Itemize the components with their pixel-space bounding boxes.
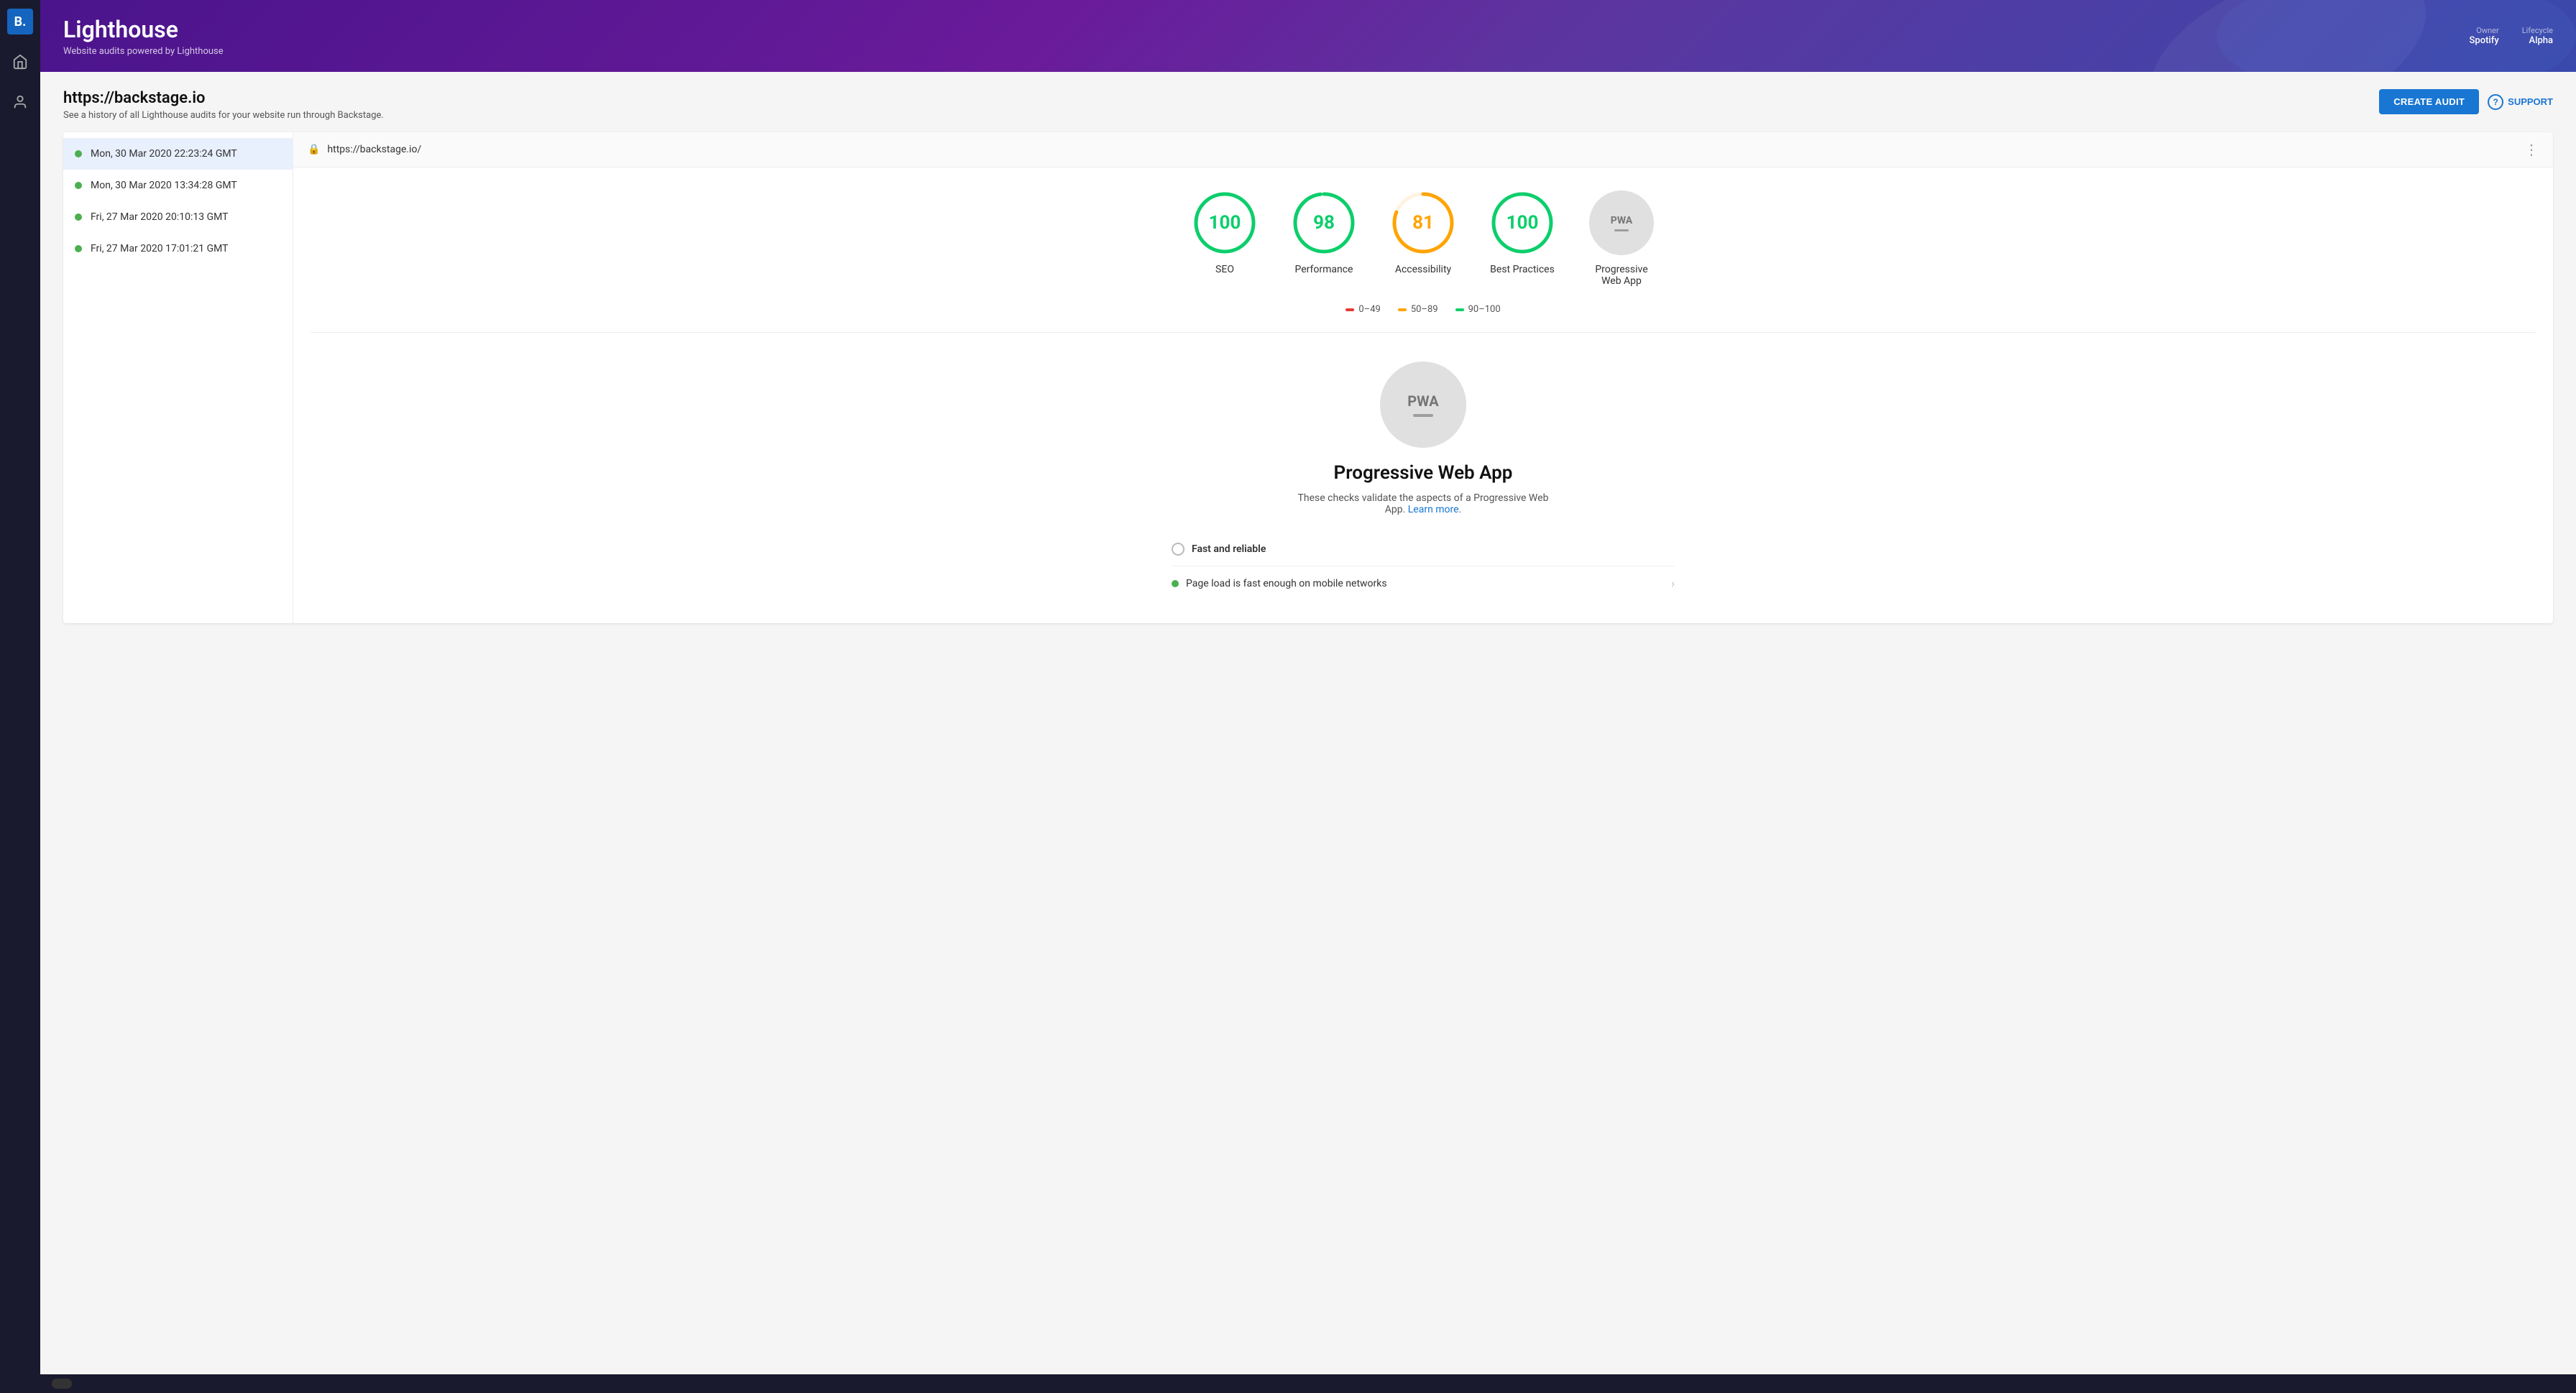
lifecycle-value: Alpha bbox=[2529, 35, 2553, 46]
url-bar-left: 🔒 https://backstage.io/ bbox=[308, 144, 421, 155]
page-body: https://backstage.io See a history of al… bbox=[40, 72, 2576, 1374]
pwa-big-circle: PWA bbox=[1380, 362, 1466, 448]
header-meta: Owner Spotify Lifecycle Alpha bbox=[2470, 26, 2553, 46]
legend-red: 0–49 bbox=[1346, 304, 1380, 315]
audit-item-3[interactable]: Fri, 27 Mar 2020 20:10:13 GMT bbox=[63, 201, 293, 233]
check-section-label: Fast and reliable bbox=[1192, 543, 1266, 555]
owner-label: Owner bbox=[2476, 26, 2498, 35]
score-circle-performance: 98 bbox=[1292, 190, 1356, 255]
nav-person-icon[interactable] bbox=[7, 89, 33, 115]
nav-rail: B. bbox=[0, 0, 40, 1393]
check-section-fast: Fast and reliable Page load is fast enou… bbox=[1172, 533, 1675, 600]
lifecycle-meta: Lifecycle Alpha bbox=[2522, 26, 2553, 46]
check-item-label: Page load is fast enough on mobile netwo… bbox=[1186, 578, 1387, 589]
check-section-icon bbox=[1172, 543, 1184, 556]
score-value-best-practices: 100 bbox=[1506, 212, 1539, 234]
legend-dot-red bbox=[1346, 308, 1354, 311]
support-button[interactable]: ? SUPPORT bbox=[2488, 94, 2553, 110]
lock-icon: 🔒 bbox=[308, 144, 320, 155]
lifecycle-label: Lifecycle bbox=[2522, 26, 2553, 35]
audit-detail-panel: 🔒 https://backstage.io/ ⋮ bbox=[293, 132, 2553, 623]
score-label-accessibility: Accessibility bbox=[1395, 264, 1451, 275]
score-circle-seo: 100 bbox=[1192, 190, 1257, 255]
score-label-best-practices: Best Practices bbox=[1490, 264, 1555, 275]
bottom-bar bbox=[40, 1374, 2576, 1393]
main-content: Lighthouse Website audits powered by Lig… bbox=[40, 0, 2576, 1393]
nav-logo[interactable]: B. bbox=[7, 9, 33, 35]
scores-section: 100 SEO 98 Performance bbox=[293, 167, 2553, 304]
nav-home-icon[interactable] bbox=[7, 49, 33, 75]
pwa-detail-section: PWA Progressive Web App These checks val… bbox=[293, 333, 2553, 623]
audit-timestamp-3: Fri, 27 Mar 2020 20:10:13 GMT bbox=[91, 211, 229, 223]
score-legend: 0–49 50–89 90–100 bbox=[293, 304, 2553, 332]
audit-status-dot-1 bbox=[75, 150, 82, 157]
audit-status-dot-4 bbox=[75, 245, 82, 252]
legend-dot-orange bbox=[1398, 308, 1407, 311]
audit-item-2[interactable]: Mon, 30 Mar 2020 13:34:28 GMT bbox=[63, 170, 293, 201]
score-seo: 100 SEO bbox=[1192, 190, 1257, 287]
audit-status-dot-3 bbox=[75, 213, 82, 221]
score-accessibility: 81 Accessibility bbox=[1391, 190, 1455, 287]
check-section-header: Fast and reliable bbox=[1172, 533, 1675, 566]
pwa-description: These checks validate the aspects of a P… bbox=[1287, 492, 1560, 515]
score-performance: 98 Performance bbox=[1292, 190, 1356, 287]
score-label-performance: Performance bbox=[1295, 264, 1353, 275]
audit-timestamp-4: Fri, 27 Mar 2020 17:01:21 GMT bbox=[91, 243, 229, 254]
pwa-title: Progressive Web App bbox=[1334, 462, 1513, 484]
score-label-seo: SEO bbox=[1215, 264, 1234, 275]
more-options-icon[interactable]: ⋮ bbox=[2524, 141, 2539, 158]
score-value-performance: 98 bbox=[1313, 212, 1335, 234]
url-bar: 🔒 https://backstage.io/ ⋮ bbox=[293, 132, 2553, 167]
score-best-practices: 100 Best Practices bbox=[1490, 190, 1555, 287]
audit-item-1[interactable]: Mon, 30 Mar 2020 22:23:24 GMT bbox=[63, 138, 293, 170]
page-actions: CREATE AUDIT ? SUPPORT bbox=[2379, 89, 2553, 114]
score-label-pwa: ProgressiveWeb App bbox=[1595, 264, 1647, 287]
audit-timestamp-1: Mon, 30 Mar 2020 22:23:24 GMT bbox=[91, 148, 237, 160]
page-header-text: https://backstage.io See a history of al… bbox=[63, 89, 384, 121]
legend-label-green: 90–100 bbox=[1468, 304, 1501, 315]
two-col-layout: Mon, 30 Mar 2020 22:23:24 GMT Mon, 30 Ma… bbox=[63, 132, 2553, 623]
check-status-dot bbox=[1172, 580, 1179, 587]
header-banner: Lighthouse Website audits powered by Lig… bbox=[40, 0, 2576, 72]
support-icon: ? bbox=[2488, 94, 2503, 110]
audit-item-4[interactable]: Fri, 27 Mar 2020 17:01:21 GMT bbox=[63, 233, 293, 265]
pwa-small-dash bbox=[1614, 229, 1629, 231]
page-header: https://backstage.io See a history of al… bbox=[63, 89, 2553, 121]
owner-value: Spotify bbox=[2470, 35, 2499, 46]
score-circle-accessibility: 81 bbox=[1391, 190, 1455, 255]
app-subtitle: Website audits powered by Lighthouse bbox=[63, 46, 224, 57]
legend-green: 90–100 bbox=[1455, 304, 1501, 315]
support-label: SUPPORT bbox=[2508, 96, 2553, 107]
pwa-big-dash bbox=[1413, 414, 1433, 417]
audit-list: Mon, 30 Mar 2020 22:23:24 GMT Mon, 30 Ma… bbox=[63, 132, 293, 623]
pwa-checks: Fast and reliable Page load is fast enou… bbox=[1172, 533, 1675, 600]
legend-dot-green bbox=[1455, 308, 1464, 311]
pwa-big-label: PWA bbox=[1407, 392, 1438, 410]
owner-meta: Owner Spotify bbox=[2470, 26, 2499, 46]
pwa-learn-more-link[interactable]: Learn more bbox=[1408, 504, 1459, 515]
page-url-title: https://backstage.io bbox=[63, 89, 384, 107]
pwa-small-circle: PWA bbox=[1589, 190, 1654, 255]
pwa-small-label: PWA bbox=[1611, 215, 1632, 226]
check-row-mobile[interactable]: Page load is fast enough on mobile netwo… bbox=[1172, 566, 1675, 600]
chevron-down-icon: › bbox=[1671, 576, 1675, 590]
legend-label-red: 0–49 bbox=[1358, 304, 1380, 315]
score-pwa-small: PWA ProgressiveWeb App bbox=[1589, 190, 1654, 287]
score-circle-best-practices: 100 bbox=[1490, 190, 1555, 255]
page-description: See a history of all Lighthouse audits f… bbox=[63, 110, 384, 121]
score-value-seo: 100 bbox=[1209, 212, 1241, 234]
legend-orange: 50–89 bbox=[1398, 304, 1438, 315]
audit-url: https://backstage.io/ bbox=[327, 144, 421, 155]
create-audit-button[interactable]: CREATE AUDIT bbox=[2379, 89, 2479, 114]
audit-timestamp-2: Mon, 30 Mar 2020 13:34:28 GMT bbox=[91, 180, 237, 191]
check-row-left: Page load is fast enough on mobile netwo… bbox=[1172, 578, 1387, 589]
app-title: Lighthouse bbox=[63, 16, 224, 43]
legend-label-orange: 50–89 bbox=[1411, 304, 1438, 315]
bottom-toggle[interactable] bbox=[52, 1379, 72, 1389]
audit-status-dot-2 bbox=[75, 182, 82, 189]
header-title-block: Lighthouse Website audits powered by Lig… bbox=[63, 16, 224, 57]
score-value-accessibility: 81 bbox=[1412, 212, 1434, 234]
